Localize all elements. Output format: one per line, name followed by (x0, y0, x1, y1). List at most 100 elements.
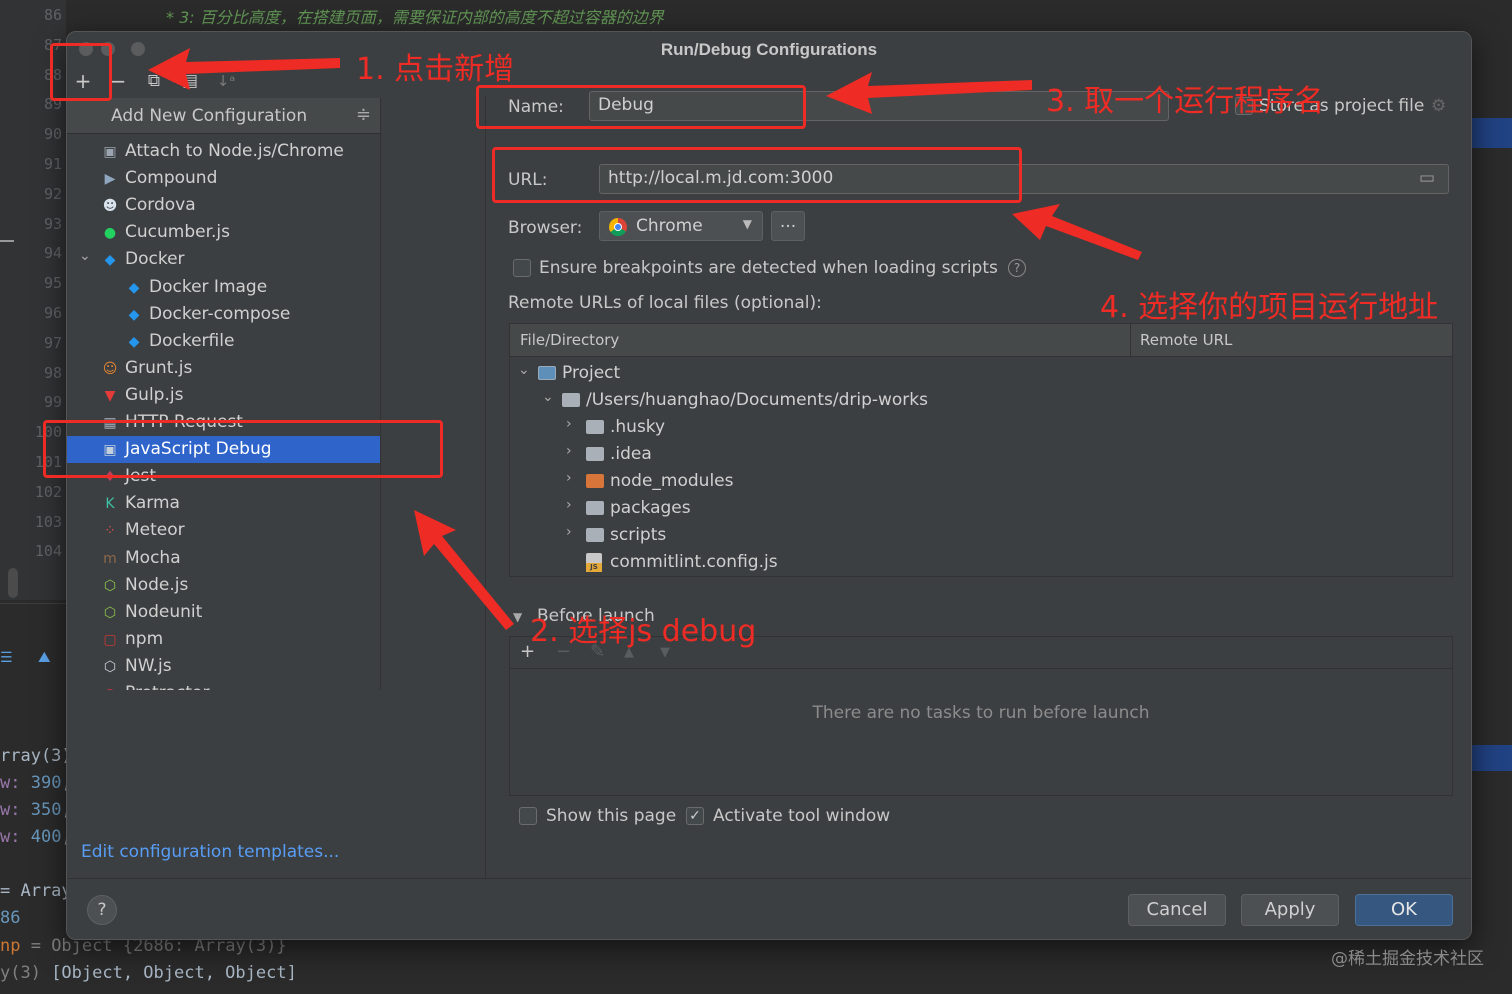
sort-icon[interactable]: ↓ᵃ (213, 68, 239, 94)
config-type-nodeunit[interactable]: ⬡ Nodeunit (67, 599, 380, 626)
chevron-right-icon[interactable]: › (566, 497, 580, 513)
activate-tool-window-label: Activate tool window (713, 806, 891, 826)
column-remote-url[interactable]: Remote URL (1140, 331, 1232, 349)
config-type-label: Node.js (125, 574, 189, 595)
config-type-protractor[interactable]: ◉ Protractor (67, 680, 380, 690)
tree-row[interactable]: commitlint.config.js (510, 549, 1452, 576)
config-type-cordova[interactable]: ☻ Cordova (67, 192, 380, 219)
line-number: 92 (43, 184, 62, 203)
ok-button[interactable]: OK (1355, 894, 1453, 926)
copy-configuration-icon[interactable]: ⧉ (141, 68, 167, 94)
annotation-step2: 2. 选择js debug (530, 614, 757, 649)
apply-button[interactable]: Apply (1241, 894, 1339, 926)
config-type-docker-image[interactable]: ◆ Docker Image (67, 274, 380, 301)
chevron-right-icon[interactable]: › (566, 443, 580, 459)
config-type-label: Nodeunit (125, 601, 203, 622)
tree-row-label: Project (562, 363, 621, 383)
collapse-icon[interactable]: ≑ (356, 104, 371, 125)
tree-row[interactable]: › .husky (510, 414, 1452, 441)
config-type-cucumber-js[interactable]: ● Cucumber.js (67, 219, 380, 246)
tree-row[interactable]: › .idea (510, 441, 1452, 468)
browse-folder-icon[interactable]: ▭ (1419, 168, 1435, 188)
browser-dropdown[interactable]: Chrome ▼ (599, 211, 763, 241)
browser-label: Browser: (508, 218, 583, 238)
tree-row[interactable]: › node_modules (510, 468, 1452, 495)
chevron-right-icon[interactable]: › (566, 416, 580, 432)
config-type-grunt-js[interactable]: ☺ Grunt.js (67, 355, 380, 382)
debug-key: = Array (0, 881, 72, 901)
tree-row[interactable]: ⌄ Project (510, 360, 1452, 387)
config-type-docker-compose[interactable]: ◆ Docker-compose (67, 301, 380, 328)
editor-selection-band (1472, 118, 1512, 148)
config-type-meteor[interactable]: ⁘ Meteor (67, 517, 380, 544)
table-header: File/Directory Remote URL (510, 324, 1452, 357)
config-type-icon: ▶ (104, 171, 116, 188)
watermark: @稀土掘金技术社区 (1331, 949, 1484, 969)
fold-marker (0, 240, 14, 242)
show-this-page-label: Show this page (546, 806, 677, 826)
help-icon[interactable]: ? (1008, 259, 1026, 277)
list-icon[interactable]: ☰ (0, 650, 14, 666)
line-number: 103 (34, 512, 62, 531)
annotation-box-name (476, 85, 806, 129)
config-type-node-js[interactable]: ⬡ Node.js (67, 572, 380, 599)
config-type-gulp-js[interactable]: ▼ Gulp.js (67, 382, 380, 409)
chevron-down-icon[interactable]: ⌄ (518, 362, 532, 378)
config-type-label: Mocha (125, 547, 181, 568)
tree-row[interactable]: › scripts (510, 522, 1452, 549)
tree-row[interactable]: › packages (510, 495, 1452, 522)
debug-value: 350 (30, 800, 62, 820)
tree-row-label: packages (610, 498, 691, 518)
folder-icon (586, 420, 604, 434)
config-type-karma[interactable]: K Karma (67, 490, 380, 517)
config-type-icon: ⬡ (103, 658, 117, 675)
config-type-dockerfile[interactable]: ◆ Dockerfile (67, 328, 380, 355)
line-number: 90 (43, 125, 62, 144)
config-type-label: Karma (125, 493, 180, 514)
config-type-label: Meteor (125, 520, 185, 541)
chevron-down-icon[interactable]: ⌄ (79, 248, 91, 264)
debug-variable-line: = Array (0, 881, 72, 901)
config-type-npm[interactable]: ▢ npm (67, 626, 380, 653)
line-number: 102 (34, 482, 62, 501)
config-type-nw-js[interactable]: ⬡ NW.js (67, 653, 380, 680)
config-type-icon: ◆ (128, 306, 140, 323)
config-type-label: npm (125, 628, 164, 649)
tree-row-label: .husky (610, 417, 666, 437)
folder-icon (586, 474, 604, 488)
gear-icon[interactable]: ⚙ (1431, 96, 1446, 116)
tree-row[interactable]: ⌄ /Users/huanghao/Documents/drip-works (510, 387, 1452, 414)
config-type-docker[interactable]: ⌄ ◆ Docker (67, 246, 380, 273)
config-type-label: Dockerfile (149, 330, 235, 351)
before-launch-toggle-icon[interactable]: ▼ (513, 610, 522, 624)
chevron-down-icon[interactable]: ⌄ (542, 389, 556, 405)
activate-tool-window-checkbox[interactable]: ✓ (686, 807, 704, 825)
config-type-icon: ◆ (128, 279, 140, 296)
editor-scrollbar[interactable] (8, 568, 18, 598)
config-type-label: Grunt.js (125, 357, 193, 378)
dialog-titlebar: Run/Debug Configurations (67, 32, 1471, 66)
show-this-page-checkbox[interactable] (519, 807, 537, 825)
column-file-directory[interactable]: File/Directory (520, 331, 619, 349)
tree-row-label: node_modules (610, 471, 734, 491)
chart-icon[interactable]: ⛰ (38, 648, 58, 666)
line-number: 97 (43, 333, 62, 352)
line-number: 91 (43, 155, 62, 173)
cancel-button[interactable]: Cancel (1128, 894, 1226, 926)
chevron-right-icon[interactable]: › (566, 470, 580, 486)
config-type-mocha[interactable]: m Mocha (67, 545, 380, 572)
browser-more-button[interactable]: ... (771, 211, 805, 241)
annotation-box-jsdebug (43, 420, 443, 478)
help-button[interactable]: ? (87, 895, 117, 925)
config-type-attach-to-node-js-chrome[interactable]: ▣ Attach to Node.js/Chrome (67, 138, 380, 165)
chevron-right-icon[interactable]: › (566, 524, 580, 540)
new-folder-icon[interactable]: ▤ (177, 68, 203, 94)
config-type-icon: ◆ (128, 333, 140, 350)
debug-value: 400 (30, 827, 62, 847)
config-type-compound[interactable]: ▶ Compound (67, 165, 380, 192)
edit-templates-link[interactable]: Edit configuration templates... (81, 842, 339, 862)
ensure-breakpoints-checkbox[interactable] (513, 259, 531, 277)
popup-title: Add New Configuration (111, 106, 308, 126)
line-number: 104 (34, 542, 62, 561)
config-type-icon: ◆ (104, 252, 116, 269)
